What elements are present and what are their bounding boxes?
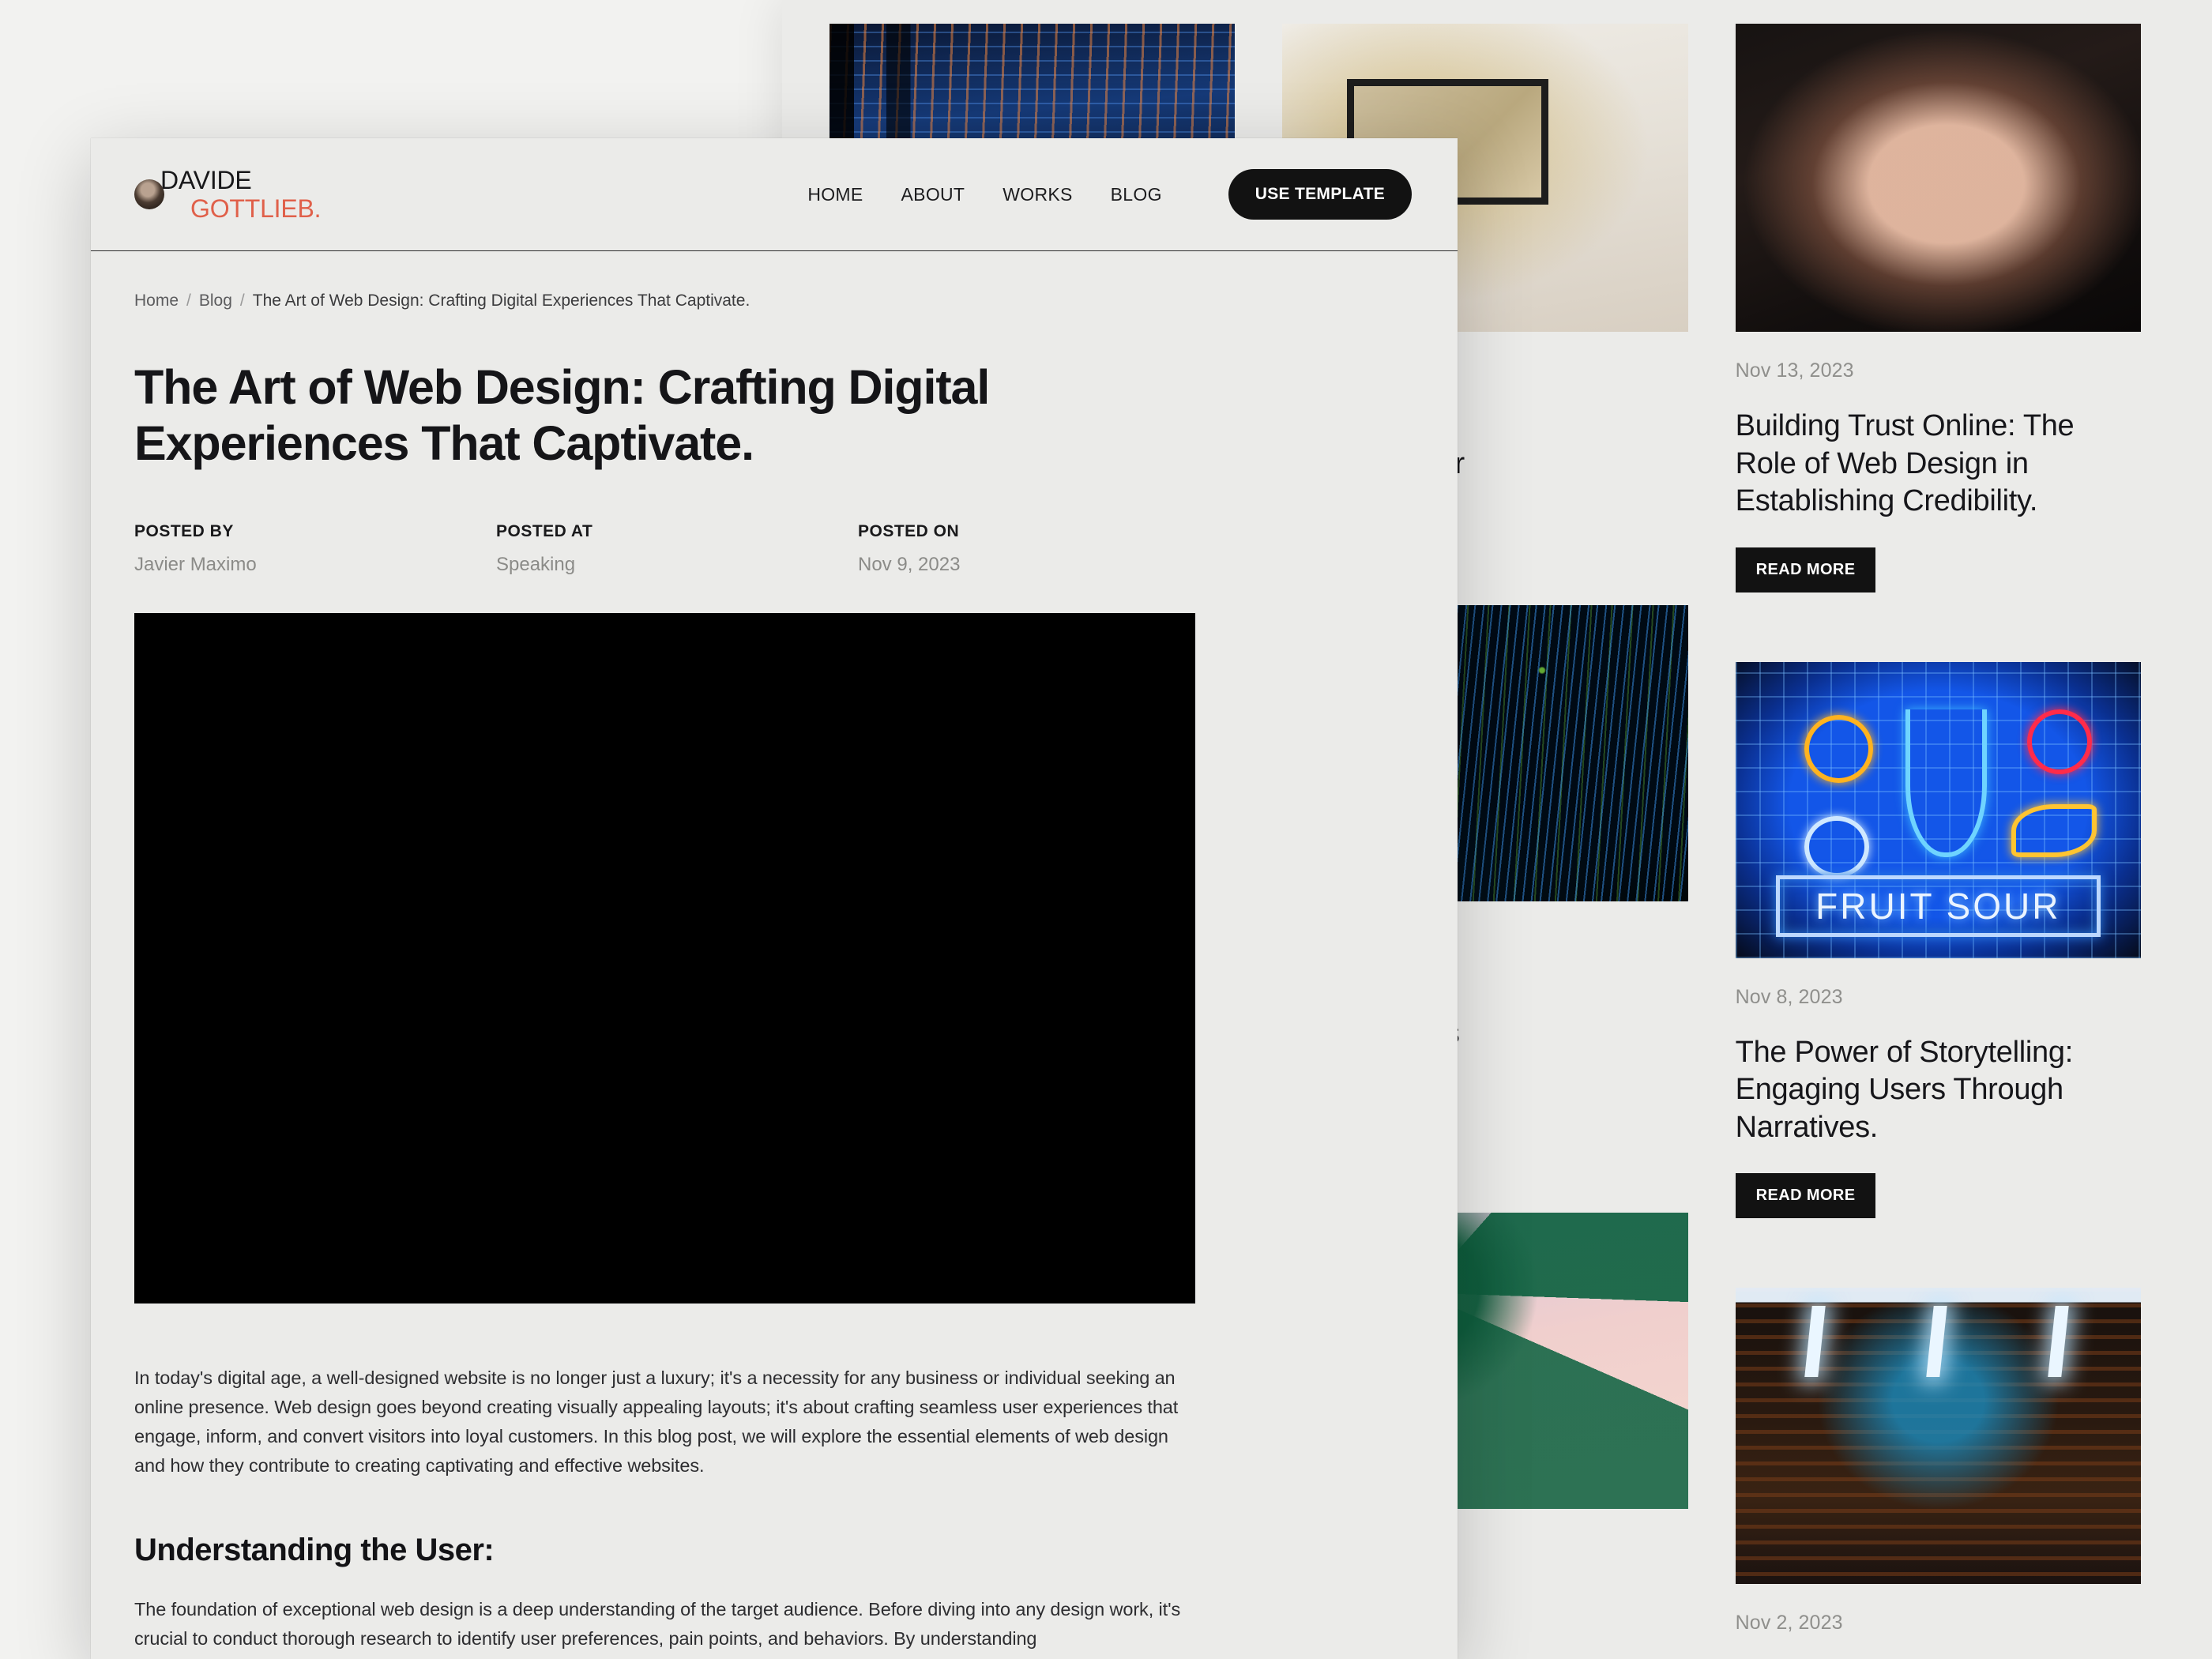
blog-card-date: Nov 2, 2023 [1735, 1612, 1843, 1634]
nav-item-works[interactable]: WORKS [1003, 184, 1072, 205]
ceiling-light-icon [1804, 1305, 1826, 1377]
article-body: The Art of Web Design: Crafting Digital … [91, 359, 1458, 1653]
post-meta-category: POSTED AT Speaking [496, 522, 858, 576]
brand-name-second: GOTTLIEB. [190, 194, 322, 223]
post-meta-author: POSTED BY Javier Maximo [134, 522, 496, 576]
blog-card-date: Nov 13, 2023 [1735, 359, 1854, 382]
site-header: DAVIDE GOTTLIEB. HOME ABOUT WORKS BLOG U… [91, 138, 1458, 251]
blog-card[interactable]: FRUIT SOUR Nov 8, 2023 The Power of Stor… [1735, 661, 2141, 1218]
column-spacer [1736, 1218, 2141, 1288]
breadcrumb-current: The Art of Web Design: Crafting Digital … [252, 292, 750, 310]
post-meta-date: POSTED ON Nov 9, 2023 [858, 522, 960, 576]
neon-lemon-icon [1804, 715, 1874, 784]
breadcrumb-separator: / [186, 292, 191, 310]
nav-item-about[interactable]: ABOUT [901, 184, 965, 205]
neon-lime-icon [1804, 815, 1870, 878]
brand-text: DAVIDE GOTTLIEB. [160, 166, 322, 223]
breadcrumb: Home / Blog / The Art of Web Design: Cra… [91, 251, 1458, 310]
screen-root: y of Webstanding User Design:l Experienc… [0, 0, 2212, 1659]
ceiling-light-icon [1926, 1305, 1948, 1377]
use-template-button[interactable]: USE TEMPLATE [1228, 169, 1412, 220]
neon-sign-label: FRUIT SOUR [1775, 875, 2101, 938]
woman-portrait-closeup-photo-icon[interactable] [1735, 24, 2141, 332]
neon-fruit-sour-sign-photo-icon[interactable]: FRUIT SOUR [1735, 661, 2141, 958]
meta-label-posted-at: POSTED AT [496, 521, 593, 540]
meta-value-date: Nov 9, 2023 [858, 553, 961, 575]
subway-escalator-photo-icon[interactable] [1735, 1288, 2141, 1584]
author-avatar-icon [134, 179, 164, 209]
section-heading: Understanding the User: [134, 1533, 495, 1568]
meta-value-author: Javier Maximo [134, 553, 257, 575]
article-window: DAVIDE GOTTLIEB. HOME ABOUT WORKS BLOG U… [91, 138, 1458, 1659]
meta-label-posted-by: POSTED BY [134, 521, 234, 540]
brand-logo[interactable]: DAVIDE GOTTLIEB. [134, 166, 322, 223]
brand-name-first: DAVIDE [160, 166, 252, 194]
main-navigation: HOME ABOUT WORKS BLOG USE TEMPLATE [807, 169, 1412, 220]
blog-card-title[interactable]: The Power of Storytelling: Engaging User… [1736, 1034, 2141, 1147]
blog-column-3: Nov 13, 2023 Building Trust Online: The … [1735, 24, 2141, 1659]
blog-card-date: Nov 8, 2023 [1735, 985, 1843, 1008]
hero-image [134, 612, 1195, 1304]
read-more-button[interactable]: READ MORE [1735, 547, 1876, 592]
blog-card[interactable]: Nov 2, 2023 From Scroll to Convert: Opti… [1735, 1288, 2141, 1659]
nav-item-home[interactable]: HOME [807, 184, 863, 205]
breadcrumb-separator: / [239, 292, 245, 310]
ceiling-light-icon [2048, 1305, 2070, 1377]
blog-card-title[interactable]: Building Trust Online: The Role of Web D… [1736, 408, 2141, 521]
blog-card[interactable]: Nov 13, 2023 Building Trust Online: The … [1735, 24, 2141, 592]
read-more-button[interactable]: READ MORE [1735, 1173, 1876, 1218]
page-title: The Art of Web Design: Crafting Digital … [134, 360, 990, 471]
breadcrumb-link-home[interactable]: Home [134, 292, 179, 310]
column-spacer [1736, 592, 2141, 662]
neon-cocktail-glass-icon [1905, 709, 1987, 857]
meta-value-category: Speaking [496, 553, 576, 575]
post-meta: POSTED BY Javier Maximo POSTED AT Speaki… [134, 522, 1412, 576]
meta-label-posted-on: POSTED ON [858, 521, 960, 540]
breadcrumb-link-blog[interactable]: Blog [199, 292, 232, 310]
section-paragraph: The foundation of exceptional web design… [134, 1599, 1181, 1650]
neon-banana-icon [2011, 803, 2097, 857]
intro-paragraph: In today's digital age, a well-designed … [134, 1367, 1179, 1477]
nav-item-blog[interactable]: BLOG [1111, 184, 1162, 205]
neon-strawberry-icon [2027, 709, 2093, 774]
